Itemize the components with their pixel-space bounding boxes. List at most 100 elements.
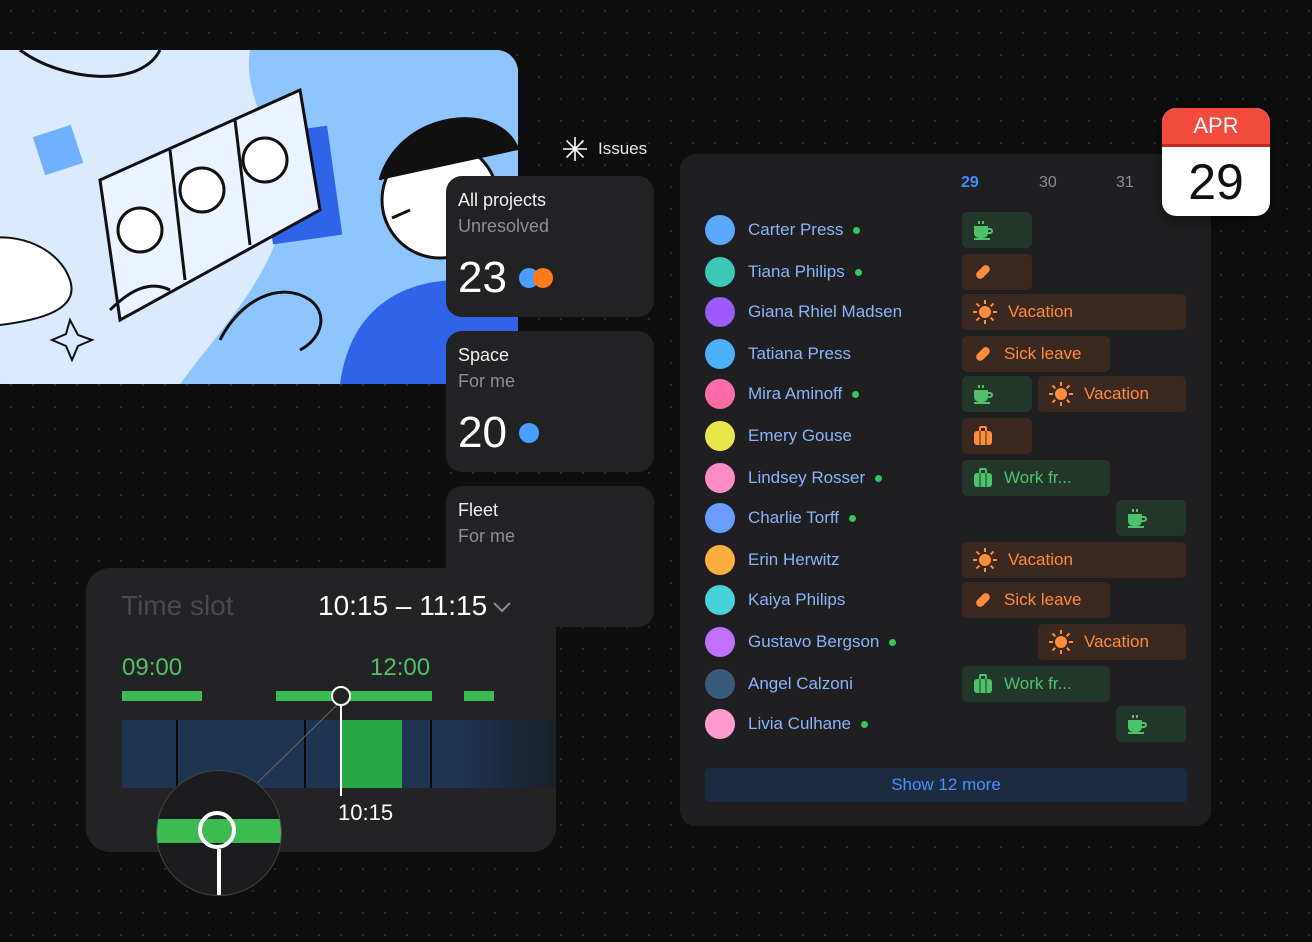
person-name[interactable]: Kaiya Philips	[748, 590, 845, 610]
chevron-down-icon[interactable]	[491, 596, 513, 618]
person-name[interactable]: Gustavo Bergson	[748, 632, 879, 652]
person-name[interactable]: Mira Aminoff	[748, 384, 842, 404]
coffee-icon	[1126, 714, 1158, 734]
absence-event-bag[interactable]	[962, 418, 1032, 454]
pill-icon	[972, 343, 1004, 365]
event-label: Vacation	[1084, 632, 1149, 651]
person-name[interactable]: Emery Gouse	[748, 426, 852, 446]
coffee-icon	[972, 384, 1004, 404]
card-count: 23	[458, 253, 507, 302]
avatar	[705, 503, 735, 533]
person-row[interactable]: Erin Herwitz	[705, 540, 840, 580]
event-label: Vacation	[1084, 384, 1149, 403]
hour-label-start: 09:00	[122, 654, 183, 681]
bag-icon	[972, 467, 1004, 489]
absence-event-sun[interactable]: Vacation	[1038, 376, 1186, 412]
selected-slot[interactable]	[342, 720, 402, 788]
person-row[interactable]: Gustavo Bergson	[705, 622, 897, 662]
absence-event-sun[interactable]: Vacation	[1038, 624, 1186, 660]
coffee-icon	[972, 220, 1004, 240]
time-slot-label: Time slot	[121, 590, 234, 621]
sun-icon	[972, 547, 1008, 573]
asterisk-icon	[563, 137, 587, 161]
sun-icon	[972, 299, 1008, 325]
avatar	[705, 215, 735, 245]
person-row[interactable]: Mira Aminoff	[705, 374, 860, 414]
person-row[interactable]: Carter Press	[705, 210, 861, 250]
online-status-dot	[875, 474, 883, 482]
issues-card-all-projects[interactable]: All projects Unresolved 23	[446, 176, 654, 317]
person-name[interactable]: Tatiana Press	[748, 344, 851, 364]
zoom-magnifier	[156, 770, 282, 896]
absence-event-pill[interactable]: Sick leave	[962, 582, 1110, 618]
person-name[interactable]: Tiana Philips	[748, 262, 845, 282]
handle-time-label: 10:15	[338, 800, 394, 825]
person-name[interactable]: Angel Calzoni	[748, 674, 853, 694]
bag-icon	[972, 425, 1004, 447]
hour-divider	[430, 720, 432, 788]
person-name[interactable]: Lindsey Rosser	[748, 468, 865, 488]
time-handle[interactable]	[331, 686, 351, 706]
date-month: APR	[1162, 108, 1270, 147]
issues-header[interactable]: Issues	[562, 136, 647, 162]
pill-icon	[972, 589, 1004, 611]
event-label: Sick leave	[1004, 590, 1082, 609]
person-name[interactable]: Charlie Torff	[748, 508, 839, 528]
sun-icon	[1048, 629, 1084, 655]
person-row[interactable]: Angel Calzoni	[705, 664, 853, 704]
avatar	[705, 339, 735, 369]
person-row[interactable]: Tatiana Press	[705, 334, 851, 374]
hour-label-mid: 12:00	[370, 654, 431, 681]
event-label: Sick leave	[1004, 344, 1082, 363]
person-row[interactable]: Emery Gouse	[705, 416, 852, 456]
avatar	[705, 585, 735, 615]
person-name[interactable]: Carter Press	[748, 220, 843, 240]
bag-icon	[972, 673, 1004, 695]
absence-event-bag[interactable]: Work fr...	[962, 666, 1110, 702]
avatar	[705, 669, 735, 699]
person-row[interactable]: Lindsey Rosser	[705, 458, 883, 498]
avatar	[705, 463, 735, 493]
card-subtitle: Unresolved	[458, 216, 550, 236]
absence-event-pill[interactable]	[962, 254, 1032, 290]
card-title: All projects	[458, 190, 547, 210]
person-row[interactable]: Tiana Philips	[705, 252, 862, 292]
person-name[interactable]: Erin Herwitz	[748, 550, 840, 570]
day-column-29[interactable]: 29	[961, 174, 979, 192]
calendar-date-badge: APR 29	[1162, 108, 1270, 216]
person-row[interactable]: Livia Culhane	[705, 704, 869, 744]
absence-event-sun[interactable]: Vacation	[962, 294, 1186, 330]
time-handle-line[interactable]	[340, 700, 342, 796]
issues-card-space[interactable]: Space For me 20	[446, 331, 654, 472]
absence-event-coffee[interactable]	[1116, 500, 1186, 536]
absence-event-coffee[interactable]	[1116, 706, 1186, 742]
availability-bar	[122, 691, 202, 701]
avatar	[705, 545, 735, 575]
event-label: Work fr...	[1004, 674, 1072, 693]
online-status-dot	[852, 390, 860, 398]
status-dot	[518, 423, 539, 443]
online-status-dot	[861, 720, 869, 728]
hour-divider	[176, 720, 178, 788]
card-title: Fleet	[458, 500, 499, 520]
absence-event-pill[interactable]: Sick leave	[962, 336, 1110, 372]
person-row[interactable]: Kaiya Philips	[705, 580, 845, 620]
person-row[interactable]: Charlie Torff	[705, 498, 857, 538]
status-dot	[532, 268, 553, 288]
person-row[interactable]: Giana Rhiel Madsen	[705, 292, 902, 332]
absence-event-sun[interactable]: Vacation	[962, 542, 1186, 578]
absence-event-bag[interactable]: Work fr...	[962, 460, 1110, 496]
availability-bar	[464, 691, 494, 701]
time-slot-range-select[interactable]: 10:15 – 11:15	[318, 590, 487, 622]
absence-event-coffee[interactable]	[962, 376, 1032, 412]
day-column-30[interactable]: 30	[1039, 174, 1057, 192]
person-name[interactable]: Livia Culhane	[748, 714, 851, 734]
collaboration-illustration	[0, 50, 518, 384]
absence-event-coffee[interactable]	[962, 212, 1032, 248]
avatar	[705, 709, 735, 739]
show-more-button[interactable]: Show 12 more	[705, 768, 1187, 802]
person-name[interactable]: Giana Rhiel Madsen	[748, 302, 902, 322]
day-column-31[interactable]: 31	[1116, 174, 1134, 192]
avatar	[705, 297, 735, 327]
date-day: 29	[1188, 153, 1244, 210]
